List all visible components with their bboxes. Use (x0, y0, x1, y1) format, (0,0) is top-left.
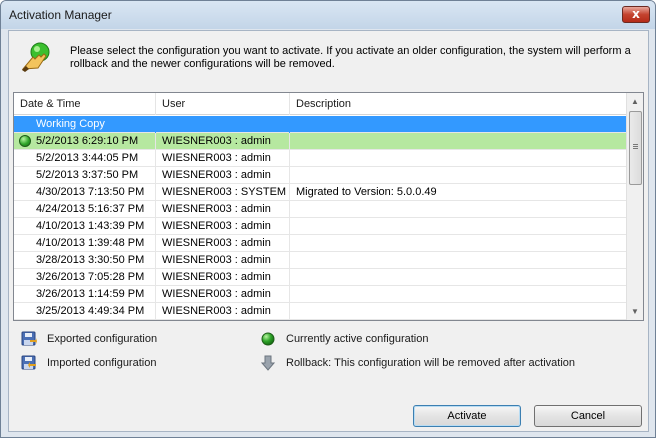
cell-description (290, 252, 627, 269)
scroll-thumb[interactable] (629, 111, 642, 185)
cell-user: WIESNER003 : admin (156, 303, 290, 320)
cell-user: WIESNER003 : admin (156, 201, 290, 218)
table-row[interactable]: 5/2/2013 6:29:10 PM WIESNER003 : admin (14, 133, 627, 150)
cell-date-time: 3/28/2013 3:30:50 PM (14, 252, 156, 269)
cell-user: WIESNER003 : admin (156, 133, 290, 150)
configuration-list[interactable]: Date & Time User Description Working Cop… (13, 92, 644, 321)
table-row[interactable]: 3/26/2013 7:05:28 PM WIESNER003 : admin (14, 269, 627, 286)
title-bar[interactable]: Activation Manager x (1, 1, 655, 29)
cell-date-time: 5/2/2013 3:37:50 PM (14, 167, 156, 184)
cell-description (290, 116, 627, 133)
cell-description (290, 133, 627, 150)
activate-button[interactable]: Activate (413, 405, 521, 427)
cell-date-time: 4/10/2013 1:43:39 PM (14, 218, 156, 235)
list-header: Date & Time User Description (14, 93, 627, 115)
dialog-body: Please select the configuration you want… (8, 30, 649, 432)
close-button[interactable]: x (622, 6, 650, 23)
cell-user: WIESNER003 : admin (156, 150, 290, 167)
close-icon: x (632, 7, 640, 21)
window-title: Activation Manager (9, 8, 112, 22)
table-row[interactable]: 5/2/2013 3:37:50 PM WIESNER003 : admin (14, 167, 627, 184)
cell-date-time: 5/2/2013 3:44:05 PM (14, 150, 156, 167)
table-row[interactable]: 3/28/2013 3:30:50 PM WIESNER003 : admin (14, 252, 627, 269)
cell-date-time: 3/26/2013 7:05:28 PM (14, 269, 156, 286)
cell-description (290, 218, 627, 235)
table-row[interactable]: 4/10/2013 1:39:48 PM WIESNER003 : admin (14, 235, 627, 252)
green-circle-icon (261, 332, 275, 346)
table-row[interactable]: 3/25/2013 4:49:34 PM WIESNER003 : admin (14, 303, 627, 320)
cell-date-time: 3/26/2013 1:14:59 PM (14, 286, 156, 303)
list-rows: Working Copy 5/2/2013 6:29:10 PM WIESNER00… (14, 116, 627, 320)
cell-description (290, 235, 627, 252)
column-header-user[interactable]: User (156, 93, 290, 115)
cell-description (290, 303, 627, 320)
table-row[interactable]: 4/24/2013 5:16:37 PM WIESNER003 : admin (14, 201, 627, 218)
scroll-down-icon[interactable]: ▼ (627, 303, 643, 320)
table-row[interactable]: 5/2/2013 3:44:05 PM WIESNER003 : admin (14, 150, 627, 167)
cancel-button[interactable]: Cancel (534, 405, 642, 427)
cell-date-time: 3/25/2013 4:49:34 PM (14, 303, 156, 320)
table-row[interactable]: Working Copy (14, 116, 627, 133)
cell-user: WIESNER003 : SYSTEM (156, 184, 290, 201)
cell-user (156, 116, 290, 133)
cell-user: WIESNER003 : admin (156, 286, 290, 303)
cell-date-time: 5/2/2013 6:29:10 PM (14, 133, 156, 150)
cell-description: Migrated to Version: 5.0.0.49 (296, 186, 437, 198)
cell-description (290, 167, 627, 184)
table-row[interactable]: 4/10/2013 1:43:39 PM WIESNER003 : admin (14, 218, 627, 235)
cell-user: WIESNER003 : admin (156, 252, 290, 269)
floppy-import-icon (21, 355, 36, 370)
cell-date-time: 4/24/2013 5:16:37 PM (14, 201, 156, 218)
table-row[interactable]: 4/30/2013 7:13:50 PM WIESNER003 : SYSTEM M… (14, 184, 627, 201)
cell-description (290, 201, 627, 218)
cell-date-time: 4/10/2013 1:39:48 PM (14, 235, 156, 252)
activation-manager-window: Activation Manager x Please select the c… (0, 0, 656, 438)
cell-date-time: 4/30/2013 7:13:50 PM (14, 184, 156, 201)
cell-description (290, 286, 627, 303)
cell-user: WIESNER003 : admin (156, 269, 290, 286)
floppy-export-icon (21, 331, 37, 346)
cell-user: WIESNER003 : admin (156, 218, 290, 235)
cell-user: WIESNER003 : admin (156, 167, 290, 184)
cell-description (290, 269, 627, 286)
hand-pointer-icon (21, 42, 50, 72)
table-row[interactable]: 3/26/2013 1:14:59 PM WIESNER003 : admin (14, 286, 627, 303)
column-header-description[interactable]: Description (290, 93, 627, 115)
column-header-date-time[interactable]: Date & Time (14, 93, 156, 115)
cell-user: WIESNER003 : admin (156, 235, 290, 252)
scroll-up-icon[interactable]: ▲ (627, 93, 643, 110)
down-arrow-icon (260, 355, 276, 371)
vertical-scrollbar[interactable]: ▲ ▼ (626, 93, 643, 320)
cell-date-time: Working Copy (14, 116, 156, 133)
cell-description (290, 150, 627, 167)
instruction-text: Please select the configuration you want… (70, 45, 631, 70)
